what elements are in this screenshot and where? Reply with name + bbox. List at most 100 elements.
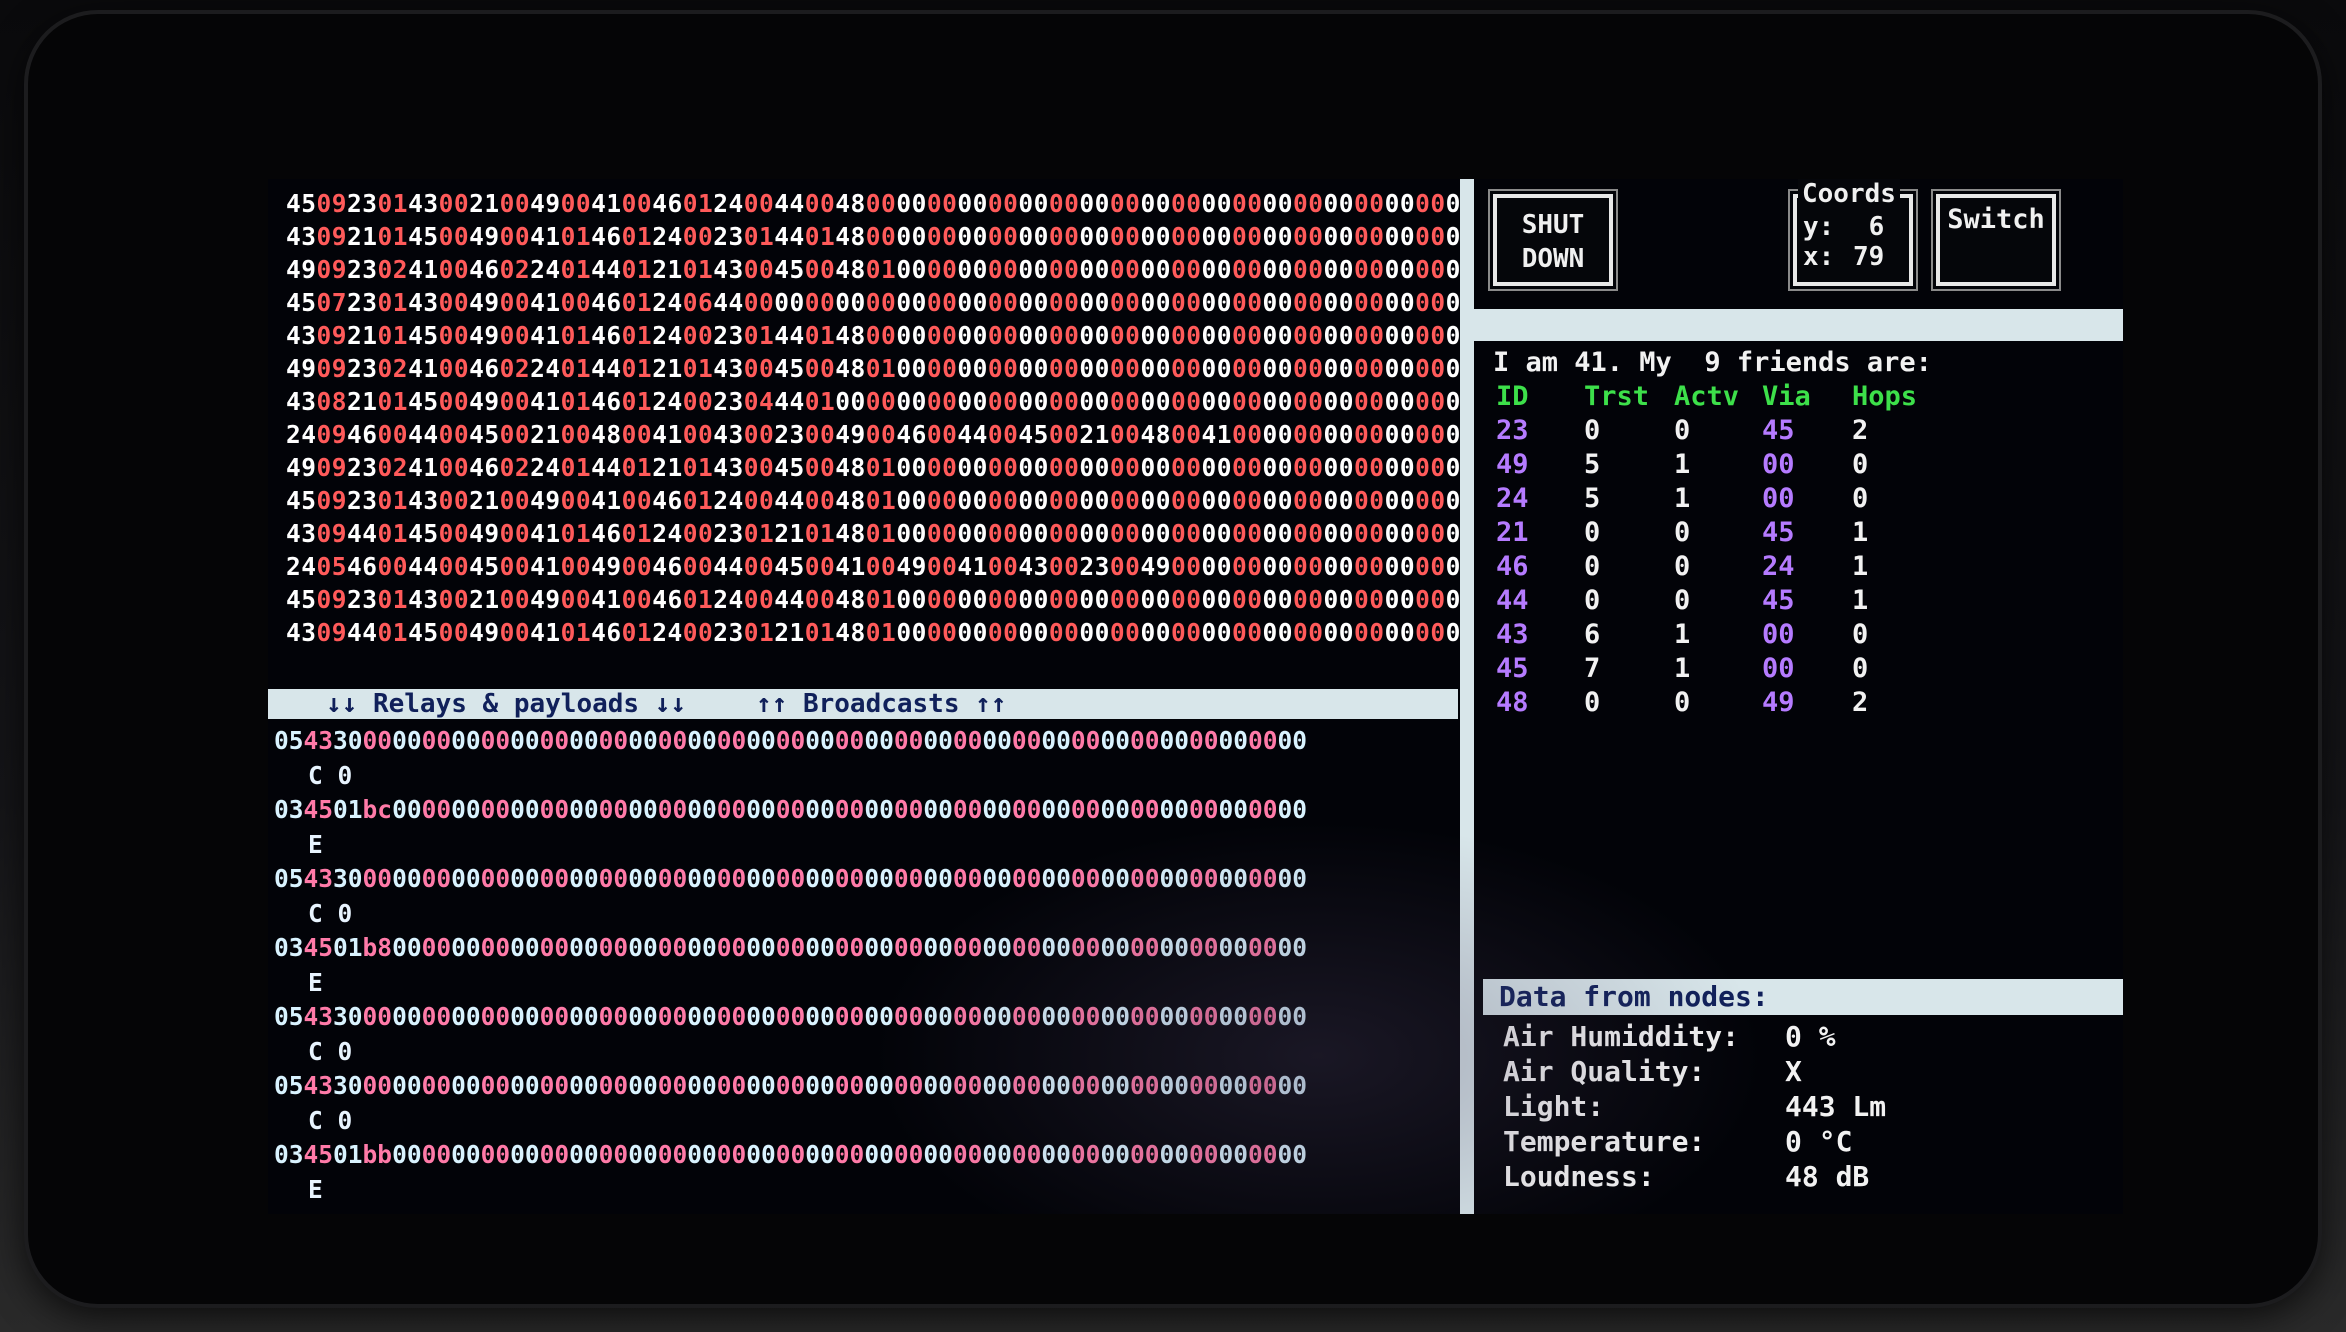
- friend-active: 0: [1674, 686, 1691, 718]
- hex-byte: 00: [743, 486, 775, 515]
- relay-entry: 0543300000000000000000000000000000000000…: [274, 862, 1454, 897]
- relay-byte: 00: [746, 726, 776, 755]
- hex-byte: 00: [896, 486, 927, 515]
- hex-byte: 01: [377, 387, 409, 416]
- friend-active: 0: [1674, 584, 1691, 616]
- coords-y-label: y:: [1803, 212, 1835, 242]
- hex-byte: 00: [1170, 420, 1202, 449]
- hex-byte: 00: [1293, 585, 1324, 614]
- friend-active: 1: [1674, 618, 1691, 650]
- relay-byte: 00: [864, 864, 894, 893]
- hex-byte: 00: [1415, 519, 1446, 548]
- hex-row: 4509230143002100490041004601240044004801…: [286, 484, 1466, 517]
- hex-byte: 00: [1323, 585, 1355, 614]
- friend-id: 48: [1496, 686, 1529, 718]
- friend-id: 43: [1496, 618, 1529, 650]
- hex-byte: 00: [987, 321, 1019, 350]
- hex-byte: 01: [682, 189, 714, 218]
- relay-byte: 05: [274, 1071, 304, 1100]
- relay-byte: 00: [421, 1071, 452, 1100]
- hex-byte: 23: [774, 420, 805, 449]
- hex-byte: 00: [835, 288, 866, 317]
- hex-row: 2405460044004500410049004600440045004100…: [286, 550, 1466, 583]
- relay-byte: 00: [864, 933, 894, 962]
- relay-byte: 00: [1277, 864, 1308, 893]
- hex-byte: 46: [347, 552, 378, 581]
- hex-byte: 45: [286, 189, 317, 218]
- relay-byte: 00: [510, 726, 540, 755]
- hex-byte: 43: [286, 519, 317, 548]
- sensor-label: Air Quality:: [1503, 1055, 1706, 1088]
- hex-byte: 00: [621, 552, 653, 581]
- hex-byte: 00: [1018, 387, 1049, 416]
- relay-byte: 00: [510, 864, 540, 893]
- hex-byte: 00: [1140, 255, 1171, 284]
- relay-byte: 00: [1188, 1002, 1219, 1031]
- hex-byte: 24: [652, 387, 683, 416]
- hex-byte: 41: [408, 255, 439, 284]
- hex-byte: 00: [987, 354, 1019, 383]
- hex-byte: 01: [865, 486, 897, 515]
- hex-byte: 43: [713, 255, 744, 284]
- hex-byte: 00: [1018, 189, 1049, 218]
- friends-table: ID Trst Actv Via Hops 23 0 0 45 2 49 5 1 00 0 24 5 1…: [1496, 379, 1932, 719]
- friend-hops: 1: [1852, 516, 1869, 548]
- relay-byte: 00: [539, 1140, 570, 1169]
- relay-byte: 43: [303, 1071, 334, 1100]
- hex-byte: 00: [1048, 519, 1080, 548]
- relay-byte: 00: [1277, 1002, 1308, 1031]
- hex-byte: 41: [408, 354, 439, 383]
- hex-byte: 01: [560, 255, 592, 284]
- friend-active: 1: [1674, 482, 1691, 514]
- hex-byte: 00: [926, 453, 958, 482]
- hex-byte: 00: [957, 585, 988, 614]
- friend-row: 24 5 1 00 0: [1496, 481, 1932, 515]
- hex-byte: 00: [438, 519, 470, 548]
- relay-byte: 00: [1100, 1071, 1130, 1100]
- hex-byte: 00: [804, 420, 836, 449]
- relay-byte: 00: [923, 795, 953, 824]
- hex-byte: 24: [713, 189, 744, 218]
- hex-byte: 06: [682, 288, 714, 317]
- hex-byte: 00: [438, 321, 470, 350]
- hex-byte: 00: [1323, 354, 1355, 383]
- hex-byte: 01: [743, 222, 775, 251]
- relay-byte: 00: [1129, 1002, 1160, 1031]
- relay-byte: 01: [333, 795, 363, 824]
- hex-byte: 00: [1201, 552, 1232, 581]
- hex-byte: 00: [896, 189, 927, 218]
- hex-byte: 00: [1415, 354, 1446, 383]
- hex-byte: 01: [377, 321, 409, 350]
- shutdown-label-line1: SHUT: [1521, 210, 1585, 240]
- relay-byte: 45: [303, 795, 334, 824]
- hex-byte: 00: [1201, 288, 1232, 317]
- relay-byte: b8: [362, 933, 393, 962]
- relay-byte: 00: [1218, 1071, 1249, 1100]
- relay-byte: 00: [982, 933, 1012, 962]
- hex-byte: 01: [865, 354, 897, 383]
- hex-byte: 48: [835, 618, 866, 647]
- friend-row: 44 0 0 45 1: [1496, 583, 1932, 617]
- relay-byte: 00: [1277, 1140, 1308, 1169]
- hex-byte: 04: [743, 387, 775, 416]
- hex-byte: 00: [987, 288, 1019, 317]
- hex-row: 4309440145004900410146012400230121014801…: [286, 517, 1466, 550]
- hex-byte: 00: [987, 255, 1019, 284]
- relay-entry-type: E: [308, 967, 323, 997]
- hex-byte: 00: [1231, 486, 1263, 515]
- relay-byte: 45: [303, 1140, 334, 1169]
- relay-byte: 00: [421, 933, 452, 962]
- relay-byte: 00: [1218, 795, 1249, 824]
- shutdown-button[interactable]: SHUT DOWN: [1488, 189, 1618, 291]
- hex-byte: 46: [469, 255, 500, 284]
- hex-byte: 45: [408, 387, 439, 416]
- hex-byte: 24: [530, 453, 561, 482]
- hex-byte: 00: [1415, 453, 1446, 482]
- hex-byte: 01: [682, 354, 714, 383]
- switch-button[interactable]: Switch: [1931, 189, 2061, 291]
- hex-byte: 00: [957, 354, 988, 383]
- header-trst: Trst: [1584, 380, 1650, 412]
- hex-byte: 00: [1140, 387, 1171, 416]
- relay-byte: 00: [893, 933, 924, 962]
- relay-byte: 00: [1159, 726, 1189, 755]
